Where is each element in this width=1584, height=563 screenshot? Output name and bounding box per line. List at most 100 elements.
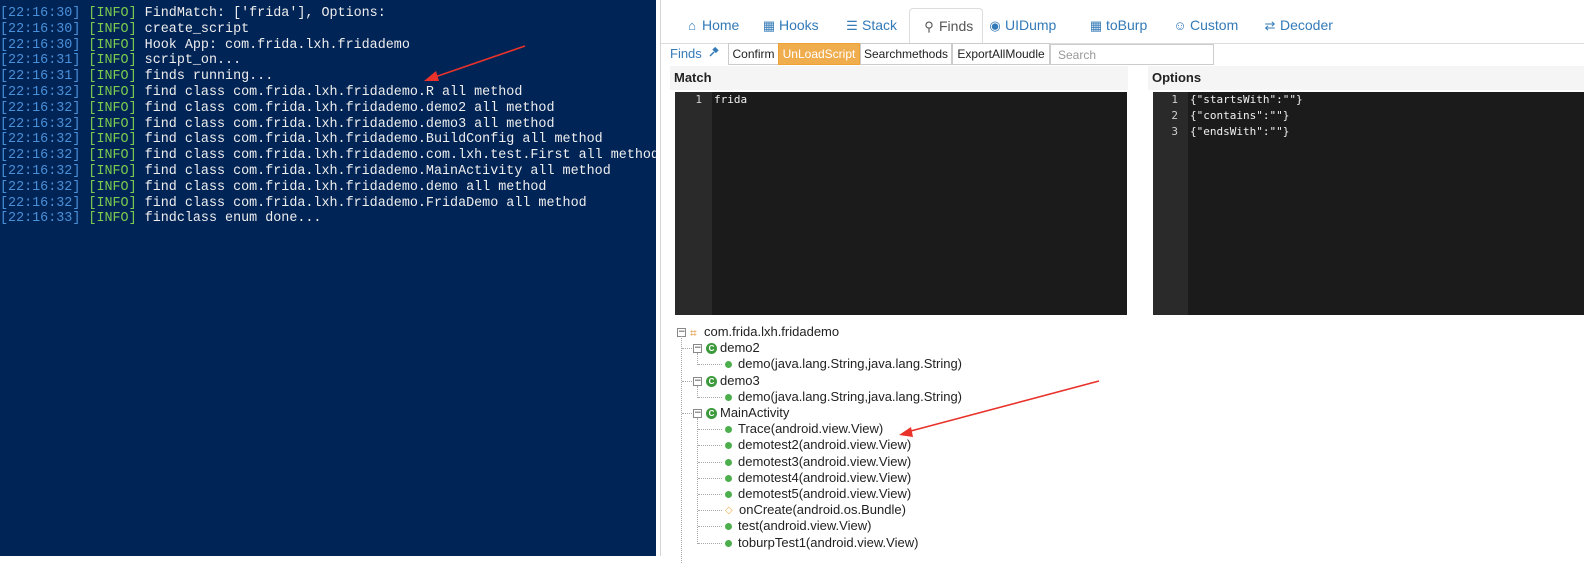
tree-class-node[interactable]: − C MainActivity: [693, 405, 789, 421]
pin-icon[interactable]: [708, 46, 720, 61]
terminal-level: [INFO]: [88, 211, 137, 227]
tree-node-label: demotest3(android.view.View): [738, 453, 912, 469]
terminal-level: [INFO]: [88, 195, 137, 211]
tree-class-node[interactable]: − Cdemo2: [693, 340, 760, 356]
terminal-line: [22:16:31] [INFO] script_on...: [0, 53, 656, 69]
match-editor-gutter: [675, 92, 712, 315]
public-method-icon: [725, 393, 732, 401]
tree-root-package[interactable]: − ⌗ com.frida.lxh.fridademo: [677, 324, 839, 340]
terminal-timestamp: [22:16:30]: [0, 6, 81, 21]
terminal-log: [22:16:30] [INFO] FindMatch: ['frida'], …: [0, 6, 656, 227]
terminal-line: [22:16:32] [INFO] find class com.frida.l…: [0, 164, 656, 180]
tab-stack[interactable]: ☰ Stack: [845, 8, 897, 42]
terminal-line: [22:16:32] [INFO] find class com.frida.l…: [0, 85, 656, 101]
editor-line: 3 {"endsWith":""}: [1153, 124, 1584, 140]
tree-method-node[interactable]: demotest3(android.view.View): [725, 454, 911, 470]
terminal-level: [INFO]: [88, 148, 137, 164]
confirm-button[interactable]: Confirm: [728, 43, 779, 65]
exportallmoudle-button[interactable]: ExportAllMoudle: [952, 43, 1050, 65]
terminal-level: [INFO]: [88, 6, 137, 21]
tab-finds[interactable]: ⚲ Finds: [909, 8, 983, 44]
terminal-message: script_on...: [144, 53, 242, 69]
options-editor[interactable]: 1 {"startsWith":""} 2 {"contains":""} 3 {"end…: [1153, 92, 1584, 315]
tab-label: Decoder: [1280, 17, 1333, 33]
tree-node-label: demo(java.lang.String,java.lang.String): [738, 356, 963, 372]
tree-connector: [682, 413, 692, 414]
tree-node-label: demo(java.lang.String,java.lang.String): [738, 388, 963, 404]
terminal-line: [22:16:32] [INFO] find class com.frida.l…: [0, 196, 656, 212]
terminal-line: [22:16:32] [INFO] find class com.frida.l…: [0, 148, 656, 164]
tree-method-node[interactable]: demotest5(android.view.View): [725, 486, 911, 502]
terminal-message: Hook App: com.frida.lxh.fridademo: [144, 37, 410, 53]
tree-connector: [682, 348, 692, 350]
editor-code: {"startsWith":""}: [1190, 93, 1303, 106]
terminal-line: [22:16:32] [INFO] find class com.frida.l…: [0, 180, 656, 196]
tree-node-label: Trace(android.view.View): [738, 421, 884, 437]
terminal-level: [INFO]: [88, 21, 137, 37]
collapse-toggle-icon[interactable]: −: [693, 344, 702, 354]
public-method-icon: [725, 523, 732, 531]
tab-bar: ⌂ Home ▦ Hooks ☰ Stack ⚲ Finds ◉ UIDump ▦ toBurp ☺ Cu…: [661, 0, 1584, 44]
tree-method-node[interactable]: demotest4(android.view.View): [725, 470, 911, 486]
tree-connector: [698, 445, 722, 447]
tree-method-node[interactable]: toburpTest1(android.view.View): [725, 535, 918, 551]
tree-connector: [698, 526, 722, 528]
public-method-icon: [725, 491, 732, 499]
tree-node-label: demo2: [720, 340, 760, 356]
editor-code: {"endsWith":""}: [1190, 125, 1290, 138]
tab-label: Custom: [1190, 17, 1239, 33]
tab-label: Finds: [939, 18, 974, 34]
collapse-toggle-icon[interactable]: −: [693, 376, 702, 386]
tree-method-node[interactable]: demo(java.lang.String,java.lang.String): [725, 389, 962, 405]
search-input[interactable]: [1050, 44, 1214, 65]
search-icon: ⚲: [924, 19, 934, 34]
terminal-timestamp: [22:16:31]: [0, 53, 81, 69]
tree-node-label: test(android.view.View): [738, 518, 872, 534]
terminal-message: finds running...: [144, 69, 274, 85]
finds-label[interactable]: Finds: [670, 46, 720, 61]
tree-method-node[interactable]: demo(java.lang.String,java.lang.String): [725, 356, 962, 372]
terminal-message: find class com.frida.lxh.fridademo.demo3…: [144, 116, 555, 132]
tree-node-label: demotest2(android.view.View): [738, 437, 912, 453]
tree-method-node[interactable]: Trace(android.view.View): [725, 421, 883, 437]
tree-class-node[interactable]: − Cdemo3: [693, 373, 760, 389]
match-panel-title: Match: [670, 66, 1128, 90]
tab-label: Stack: [862, 17, 898, 33]
tab-home[interactable]: ⌂ Home: [685, 8, 739, 42]
searchmethods-button[interactable]: Searchmethods: [860, 43, 952, 65]
tree-method-node[interactable]: ◇ onCreate(android.os.Bundle): [725, 502, 906, 518]
public-method-icon: [725, 539, 732, 547]
terminal-level: [INFO]: [88, 84, 137, 100]
tree-connector: [698, 364, 722, 366]
editor-code: {"contains":""}: [1190, 109, 1290, 122]
tree-connector: [698, 542, 722, 544]
tab-toburp[interactable]: ▦ toBurp: [1089, 8, 1147, 42]
tab-uidump[interactable]: ◉ UIDump: [988, 8, 1056, 42]
tab-custom[interactable]: ☺ Custom: [1173, 8, 1238, 42]
tab-hooks[interactable]: ▦ Hooks: [762, 8, 819, 42]
terminal-timestamp: [22:16:33]: [0, 211, 81, 227]
match-editor[interactable]: 1 frida: [675, 92, 1127, 315]
unloadscript-button[interactable]: UnLoadScript: [778, 43, 860, 65]
public-method-icon: [725, 442, 732, 450]
terminal-message: create_script: [144, 21, 250, 37]
public-method-icon: [725, 458, 732, 466]
terminal-line: [22:16:30] [INFO] FindMatch: ['frida'], …: [0, 6, 656, 22]
tab-label: toBurp: [1106, 17, 1148, 33]
collapse-toggle-icon[interactable]: −: [693, 409, 702, 419]
tree-node-label: com.frida.lxh.fridademo: [704, 324, 840, 339]
public-method-icon: [725, 474, 732, 482]
terminal-line: [22:16:32] [INFO] find class com.frida.l…: [0, 117, 656, 133]
terminal-level: [INFO]: [88, 69, 137, 85]
terminal-level: [INFO]: [88, 53, 137, 69]
terminal-line: [22:16:32] [INFO] find class com.frida.l…: [0, 132, 656, 148]
swap-icon: ⇄: [1264, 18, 1276, 33]
tree-method-node[interactable]: test(android.view.View): [725, 518, 871, 534]
tree-method-node[interactable]: demotest2(android.view.View): [725, 437, 911, 453]
terminal-timestamp: [22:16:32]: [0, 132, 81, 148]
editor-line: 1 frida: [675, 92, 1127, 108]
tree-connector: [698, 429, 722, 431]
terminal-level: [INFO]: [88, 179, 137, 195]
tab-decoder[interactable]: ⇄ Decoder: [1263, 8, 1333, 42]
user-icon: ☺: [1173, 18, 1187, 33]
